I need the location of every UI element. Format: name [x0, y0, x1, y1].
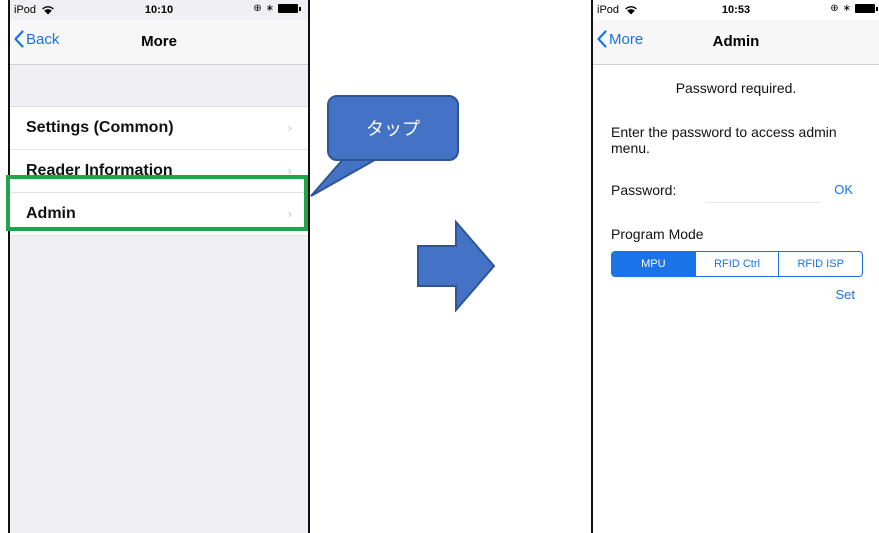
admin-screen: iPod 10:53 ⊕ ∗ More Admin Password requi…: [591, 0, 879, 533]
password-input[interactable]: [706, 178, 820, 203]
status-bar: iPod 10:53 ⊕ ∗: [593, 0, 879, 20]
mode-segment-mpu[interactable]: MPU: [612, 252, 695, 276]
nav-bar: More Admin: [593, 20, 879, 65]
set-button[interactable]: Set: [593, 287, 855, 302]
arrow-right-icon: [417, 220, 496, 312]
chevron-left-icon: [597, 30, 607, 48]
bluetooth-icon: ∗: [842, 3, 851, 14]
ok-button[interactable]: OK: [834, 182, 853, 197]
program-mode-segmented-control: MPU RFID Ctrl RFID ISP: [611, 251, 863, 277]
password-row: Password: OK: [611, 178, 861, 203]
admin-content: Password required. Enter the password to…: [593, 64, 879, 302]
callout-text: タップ: [366, 119, 420, 139]
back-button-label: More: [609, 30, 644, 48]
password-required-text: Password required.: [675, 80, 797, 96]
back-button[interactable]: More: [597, 30, 643, 48]
mode-segment-rfid-ctrl[interactable]: RFID Ctrl: [694, 252, 779, 276]
program-mode-label: Program Mode: [611, 226, 704, 242]
battery-icon: [855, 4, 878, 13]
instructions-text: Enter the password to access admin menu.: [611, 124, 837, 156]
password-label: Password:: [611, 182, 677, 198]
tap-callout: タップ: [327, 95, 459, 161]
alarm-icon: ⊕: [830, 3, 839, 14]
mode-segment-rfid-isp[interactable]: RFID ISP: [778, 252, 862, 276]
